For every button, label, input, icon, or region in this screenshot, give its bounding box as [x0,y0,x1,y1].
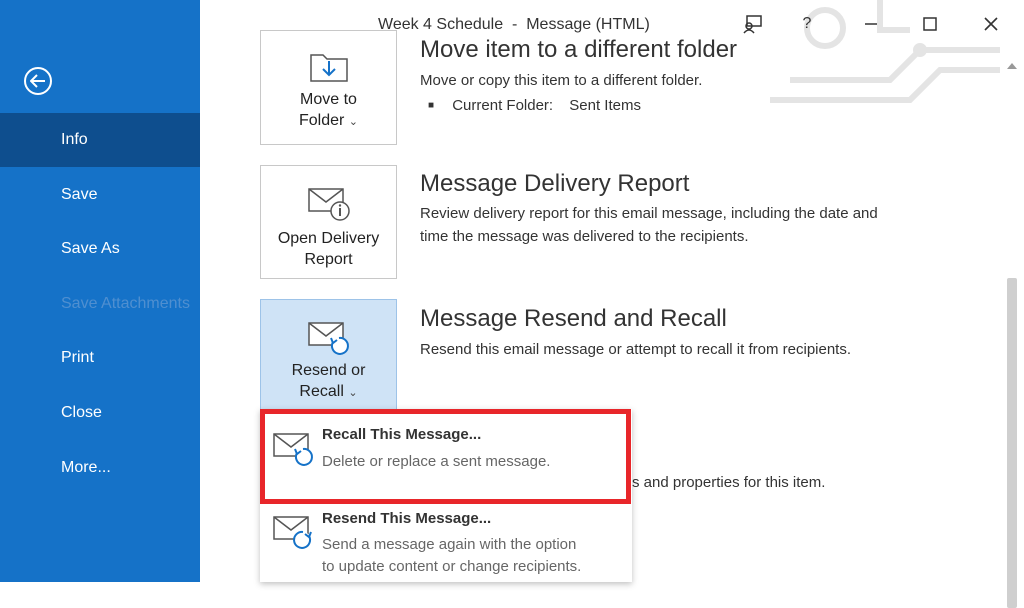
button-label-line1: Move to [300,91,357,108]
help-button[interactable]: ? [792,10,822,38]
section-title-resend: Message Resend and Recall [420,305,727,332]
button-label-line2: Report [304,251,353,268]
minimize-button[interactable] [856,10,886,38]
sidebar-item-print[interactable]: Print [0,331,200,385]
menu-item-title: Recall This Message... [322,426,482,443]
section-desc-move: Move or copy this item to a different fo… [420,72,703,89]
section-title-delivery: Message Delivery Report [420,170,690,197]
sidebar-item-label: Save As [61,240,120,257]
chevron-down-icon: ⌄ [348,387,358,399]
chevron-down-icon: ⌄ [348,116,359,128]
scroll-up-button[interactable] [1002,56,1022,76]
open-delivery-report-button[interactable]: Open Delivery Report [260,165,397,279]
close-icon [984,17,998,31]
move-to-folder-button[interactable]: Move to Folder ⌄ [260,30,397,145]
present-feedback-button[interactable] [738,10,768,38]
sidebar-item-more[interactable]: More... [0,441,200,495]
current-folder-info: ■ Current Folder: Sent Items [428,97,641,114]
sidebar-item-save[interactable]: Save [0,168,200,222]
sidebar-item-label: Save [61,186,98,203]
scroll-up-icon [1007,63,1017,69]
sidebar-item-save-as[interactable]: Save As [0,222,200,276]
sidebar-item-label: Close [61,404,102,421]
button-label-line1: Resend or [291,362,366,379]
menu-item-description: Delete or replace a sent message. [322,453,551,470]
section-desc-delivery-line1: Review delivery report for this email me… [420,205,878,222]
move-to-folder-icon [309,54,348,82]
sidebar-item-close[interactable]: Close [0,386,200,440]
menu-item-description-line1: Send a message again with the option [322,536,577,553]
button-label-line1: Open Delivery [277,230,380,247]
sidebar-item-info[interactable]: Info [0,113,200,167]
menu-item-title: Resend This Message... [322,510,492,527]
menu-item-description-line2: to update content or change recipients. [322,558,582,575]
resend-recall-icon [307,322,349,355]
resend-message-icon [273,516,312,549]
presenter-icon [743,15,762,34]
sidebar-item-label: More... [61,459,111,476]
arrow-left-icon [30,74,45,88]
close-window-button[interactable] [976,10,1006,38]
scroll-thumb[interactable] [1007,278,1017,608]
maximize-icon [923,17,937,31]
delivery-report-icon [307,188,350,221]
sidebar-item-save-attachments: Save Attachments [0,277,200,331]
resend-or-recall-button[interactable]: Resend or Recall ⌄ [260,299,397,411]
button-label-line2: Folder ⌄ [298,112,359,129]
back-button[interactable] [24,67,52,95]
backstage-sidebar: Info Save Save As Save Attachments Print… [0,0,200,582]
section-desc-properties: s and properties for this item. [632,474,826,491]
section-title-move: Move item to a different folder [420,36,738,58]
sidebar-item-label: Info [61,131,88,148]
bullet-icon: ■ [428,100,435,111]
button-label-line2: Recall ⌄ [299,383,358,400]
section-desc-resend: Resend this email message or attempt to … [420,341,852,358]
sidebar-item-label: Save Attachments [61,295,190,312]
resend-recall-dropdown: Recall This Message... Delete or replace… [260,409,632,582]
recall-message-icon [273,433,313,466]
vertical-scrollbar[interactable] [1000,48,1024,608]
minimize-icon [865,23,877,25]
help-label: ? [802,15,812,32]
recall-this-message-item[interactable]: Recall This Message... Delete or replace… [260,409,632,504]
section-desc-delivery-line2: time the message was delivered to the re… [420,228,749,245]
maximize-button[interactable] [915,10,945,38]
sidebar-item-label: Print [61,349,94,366]
resend-this-message-item[interactable]: Resend This Message... Send a message ag… [260,504,632,582]
